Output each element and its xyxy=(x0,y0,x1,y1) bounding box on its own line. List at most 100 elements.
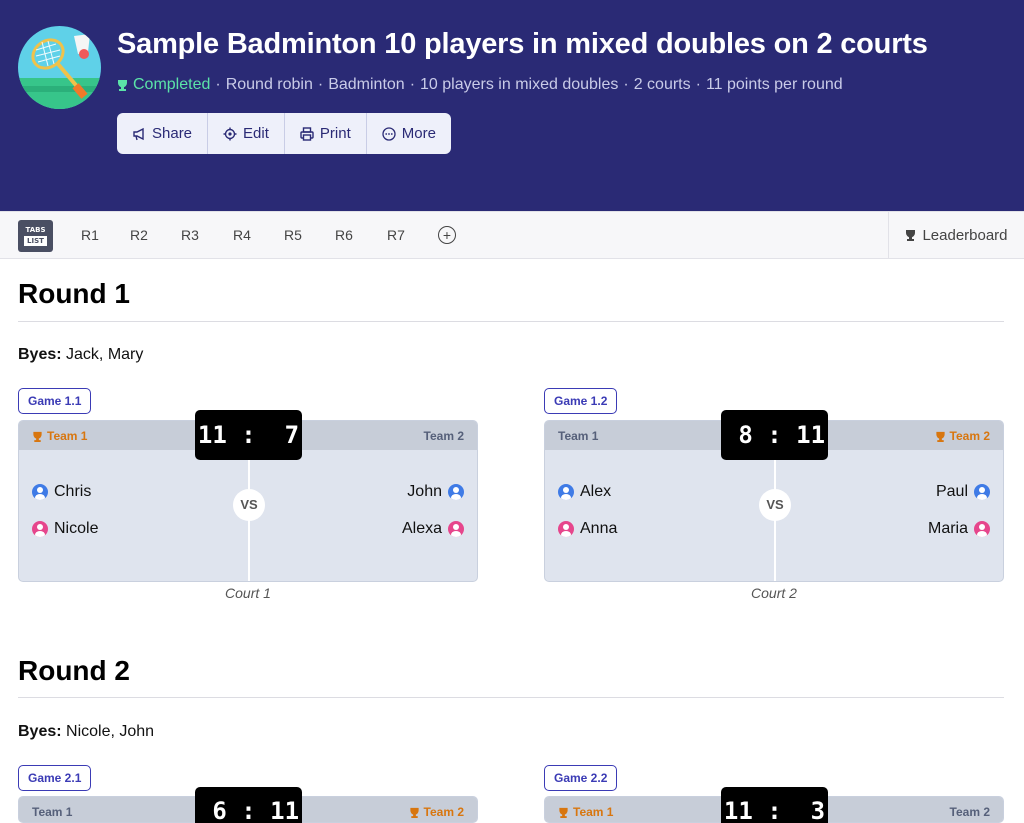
male-player-icon xyxy=(448,484,464,500)
game-badge: Game 2.2 xyxy=(544,765,618,791)
byes: Byes: Nicole, John xyxy=(18,723,154,741)
game-badge: Game 2.1 xyxy=(18,765,92,791)
badminton-logo xyxy=(18,26,101,109)
trophy-icon xyxy=(935,431,945,442)
toggle-bottom-label: LIST xyxy=(24,236,47,246)
trophy-icon xyxy=(118,80,127,91)
tab-r4[interactable]: R4 xyxy=(233,212,251,258)
meta-separator: · xyxy=(695,76,701,93)
player-name: Nicole xyxy=(54,520,99,537)
vs-badge: VS xyxy=(759,489,791,521)
team1-label: Team 1 xyxy=(32,805,73,819)
team1-label-text: Team 1 xyxy=(573,805,614,819)
trophy-icon xyxy=(559,807,568,818)
team2-label: Team 2 xyxy=(949,805,990,819)
team1-label: Team 1 xyxy=(558,429,599,443)
male-player-icon xyxy=(558,484,574,500)
edit-button[interactable]: Edit xyxy=(208,113,285,154)
female-player-icon xyxy=(974,521,990,537)
round-title: Round 2 xyxy=(18,655,130,686)
player: Nicole xyxy=(32,520,98,538)
round-tabs: TABS LIST R1 R2 R3 R4 R5 R6 R7 + Leaderb… xyxy=(0,211,1024,259)
player: Paul xyxy=(936,483,990,501)
player-name: Anna xyxy=(580,520,618,537)
male-player-icon xyxy=(974,484,990,500)
tab-r1[interactable]: R1 xyxy=(81,212,99,258)
print-button[interactable]: Print xyxy=(285,113,367,154)
leaderboard-tab[interactable]: Leaderboard xyxy=(888,212,1024,258)
female-player-icon xyxy=(32,521,48,537)
score-display[interactable]: 11 : 3 xyxy=(721,787,828,823)
divider xyxy=(18,321,1004,322)
byes-players: Nicole, John xyxy=(66,723,155,740)
player-name: Alexa xyxy=(401,520,442,537)
more-label: More xyxy=(401,125,436,142)
event-header: Sample Badminton 10 players in mixed dou… xyxy=(0,0,1024,211)
gear-icon xyxy=(223,127,237,140)
status-label: Completed xyxy=(133,76,211,93)
female-player-icon xyxy=(558,521,574,537)
team1-label: Team 1 xyxy=(558,805,613,819)
tabs-list-toggle[interactable]: TABS LIST xyxy=(18,220,53,252)
meta-players: 10 players in mixed doubles xyxy=(420,76,619,93)
player: Maria xyxy=(928,520,990,538)
more-button[interactable]: More xyxy=(367,113,451,154)
vs-badge: VS xyxy=(233,489,265,521)
share-button[interactable]: Share xyxy=(117,113,209,154)
byes-players: Jack, Mary xyxy=(66,346,144,363)
player-name: John xyxy=(407,483,442,500)
meta-separator: · xyxy=(623,76,629,93)
share-label: Share xyxy=(152,125,193,142)
team2-label-text: Team 2 xyxy=(949,429,990,443)
team1-label: Team 1 xyxy=(32,429,87,443)
meta-points: 11 points per round xyxy=(705,76,843,93)
score-display[interactable]: 8 : 11 xyxy=(721,410,828,460)
meta-sport: Badminton xyxy=(328,76,405,93)
team2-label: Team 2 xyxy=(423,429,464,443)
team1-label-text: Team 1 xyxy=(47,429,88,443)
byes-label: Byes: xyxy=(18,723,62,740)
player: Anna xyxy=(558,520,617,538)
male-player-icon xyxy=(32,484,48,500)
tab-r7[interactable]: R7 xyxy=(387,212,405,258)
byes: Byes: Jack, Mary xyxy=(18,346,143,364)
tab-r5[interactable]: R5 xyxy=(284,212,302,258)
meta-separator: · xyxy=(317,76,324,93)
event-meta: Completed · Round robin · Badminton · 10… xyxy=(117,76,843,94)
tab-r2[interactable]: R2 xyxy=(130,212,148,258)
tab-r6[interactable]: R6 xyxy=(335,212,353,258)
more-dots-icon xyxy=(382,126,396,141)
player-name: Paul xyxy=(935,483,968,500)
edit-label: Edit xyxy=(243,125,269,142)
player: Alex xyxy=(558,483,611,501)
player: Alexa xyxy=(402,520,464,538)
female-player-icon xyxy=(448,521,464,537)
add-round-button[interactable]: + xyxy=(438,226,456,244)
tab-r3[interactable]: R3 xyxy=(181,212,199,258)
meta-courts: 2 courts xyxy=(633,76,691,93)
court-label: Court 1 xyxy=(225,585,271,601)
meta-separator: · xyxy=(215,76,221,93)
print-label: Print xyxy=(319,125,351,142)
score-display[interactable]: 6 : 11 xyxy=(195,787,302,823)
status-badge: Completed xyxy=(117,76,210,94)
player: John xyxy=(407,483,464,501)
divider xyxy=(18,697,1004,698)
megaphone-icon xyxy=(133,127,144,140)
score-display[interactable]: 11 : 7 xyxy=(195,410,302,460)
action-buttons: Share Edit Print More xyxy=(117,113,451,154)
game-badge: Game 1.1 xyxy=(18,388,92,414)
byes-label: Byes: xyxy=(18,346,62,363)
team2-label-text: Team 2 xyxy=(423,805,464,819)
player-name: Maria xyxy=(927,520,968,537)
trophy-icon xyxy=(906,230,916,241)
player-name: Alex xyxy=(580,483,612,500)
team2-label: Team 2 xyxy=(409,805,464,819)
leaderboard-label: Leaderboard xyxy=(922,226,1008,244)
trophy-icon xyxy=(409,807,419,818)
game-badge: Game 1.2 xyxy=(544,388,618,414)
meta-format: Round robin xyxy=(225,76,313,93)
printer-icon xyxy=(300,126,314,141)
trophy-icon xyxy=(33,431,42,442)
meta-separator: · xyxy=(409,76,416,93)
